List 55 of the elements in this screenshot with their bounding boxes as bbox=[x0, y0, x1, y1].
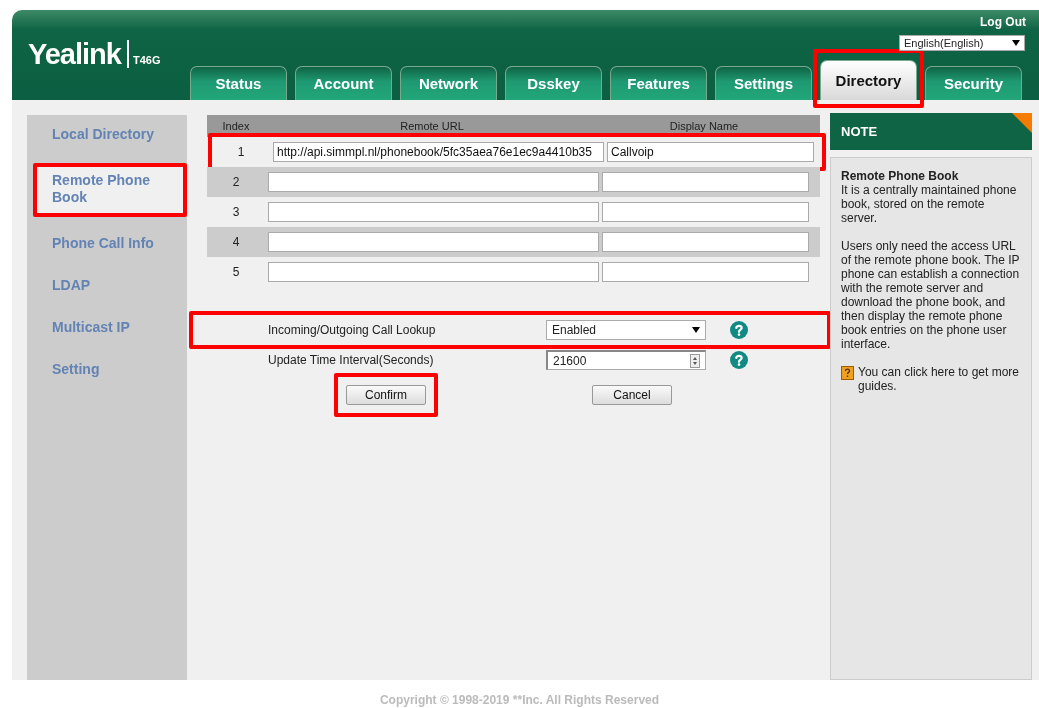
sidebar-item[interactable]: Multicast IP bbox=[27, 314, 187, 343]
url-field[interactable] bbox=[268, 232, 599, 252]
name-field[interactable]: Callvoip bbox=[607, 142, 814, 162]
sidebar-item[interactable]: Phone Call Info bbox=[27, 230, 187, 259]
note-heading: Remote Phone Book bbox=[841, 169, 960, 183]
url-field[interactable] bbox=[268, 172, 599, 192]
model-label: T46G bbox=[132, 54, 161, 66]
guide-icon[interactable] bbox=[841, 366, 854, 380]
logout-link[interactable]: Log Out bbox=[980, 15, 1026, 29]
column-header: Remote URL bbox=[399, 120, 465, 132]
index-cell-text: 4 bbox=[231, 235, 241, 249]
index-cell-text: 1 bbox=[236, 145, 246, 159]
setting-label: Incoming/Outgoing Call Lookup bbox=[267, 323, 437, 337]
column-header: Display Name bbox=[668, 120, 740, 132]
logo: Yealink bbox=[28, 40, 129, 68]
nav-tab[interactable]: Network bbox=[400, 66, 497, 100]
name-field[interactable] bbox=[602, 232, 809, 252]
interval-field[interactable]: 21600 bbox=[546, 350, 706, 370]
copyright-text: Copyright © 1998-2019 **Inc. All Rights Reserved bbox=[378, 693, 661, 707]
nav-tab[interactable]: Settings bbox=[715, 66, 812, 100]
sidebar-item[interactable]: Local Directory bbox=[27, 121, 187, 150]
nav-tab[interactable]: Dsskey bbox=[505, 66, 602, 100]
spinner-icon[interactable] bbox=[690, 353, 700, 368]
column-header: Index bbox=[221, 120, 251, 132]
action-button[interactable]: Cancel bbox=[592, 385, 672, 405]
name-field[interactable] bbox=[602, 172, 809, 192]
nav-tab[interactable]: Account bbox=[295, 66, 392, 100]
sidebar-item[interactable]: LDAP bbox=[27, 272, 187, 301]
language-select[interactable]: English(English) bbox=[899, 35, 1025, 51]
caret-icon[interactable] bbox=[1012, 40, 1020, 46]
sidebar-item[interactable]: Remote Phone Book bbox=[37, 167, 183, 213]
note-text: Users only need the access URL of the remote phone book. The IP phone can establish a connection with the remote server and download the phone book, and then display the remote phone book entries on the phone user interface. bbox=[841, 239, 1021, 351]
url-field[interactable] bbox=[268, 202, 599, 222]
url-field[interactable]: http://api.simmpl.nl/phonebook/5fc35aea76e1ec9a4410b35 bbox=[273, 142, 604, 162]
action-button[interactable]: Confirm bbox=[346, 385, 426, 405]
nav-tab[interactable]: Security bbox=[925, 66, 1022, 100]
index-cell-text: 5 bbox=[231, 265, 241, 279]
note-text: It is a centrally maintained phone book, stored on the remote server. bbox=[841, 183, 1018, 225]
note-title: NOTE bbox=[841, 124, 878, 139]
guide-link[interactable]: You can click here to get more guides. bbox=[858, 365, 1021, 393]
index-cell-text: 2 bbox=[231, 175, 241, 189]
nav-tab[interactable]: Status bbox=[190, 66, 287, 100]
lookup-select[interactable]: Enabled bbox=[546, 320, 706, 340]
setting-label: Update Time Interval(Seconds) bbox=[267, 353, 435, 367]
name-field[interactable] bbox=[602, 202, 809, 222]
help-icon[interactable] bbox=[730, 351, 748, 369]
sidebar-item[interactable]: Setting bbox=[27, 356, 187, 385]
url-field[interactable] bbox=[268, 262, 599, 282]
corner-icon bbox=[1012, 113, 1032, 133]
nav-tab[interactable]: Directory bbox=[820, 60, 917, 100]
index-cell-text: 3 bbox=[231, 205, 241, 219]
nav-tab[interactable]: Features bbox=[610, 66, 707, 100]
caret-icon[interactable] bbox=[692, 327, 700, 333]
name-field[interactable] bbox=[602, 262, 809, 282]
help-icon[interactable] bbox=[730, 321, 748, 339]
